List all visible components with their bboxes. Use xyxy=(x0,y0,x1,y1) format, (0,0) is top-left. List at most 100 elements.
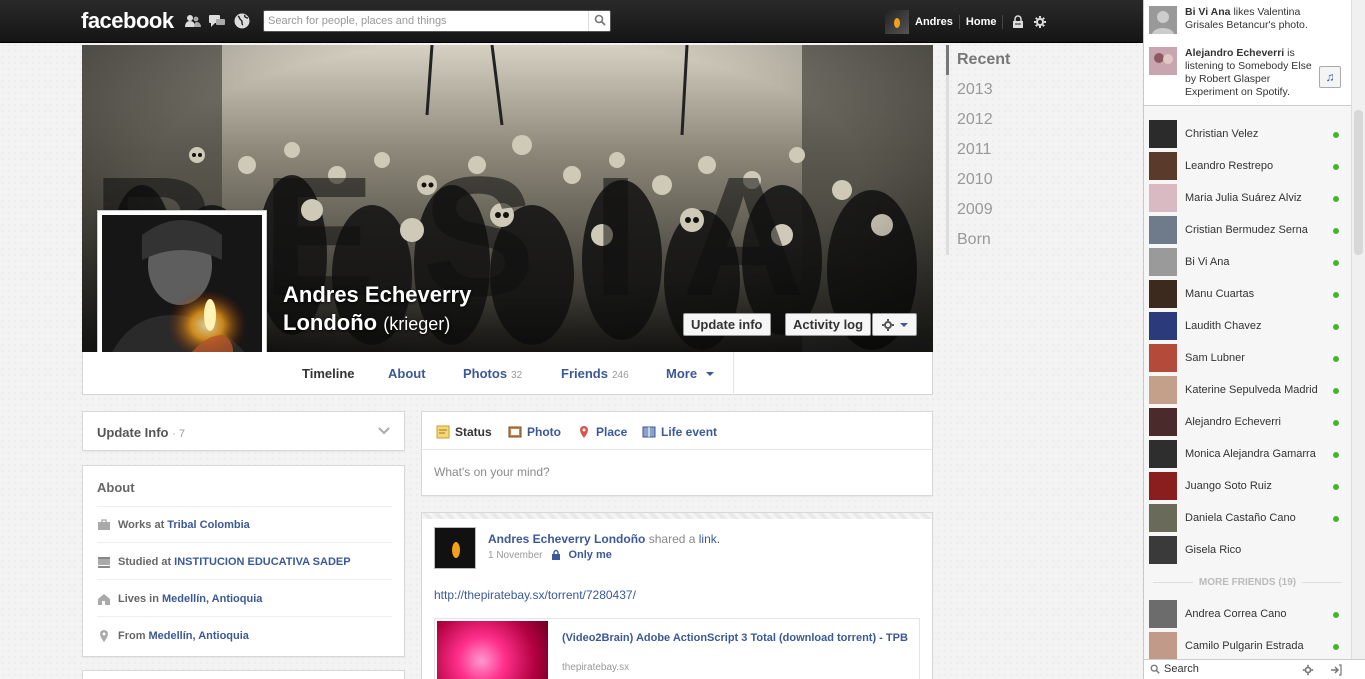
friend-list-item[interactable]: Christian Velez xyxy=(1149,120,1347,148)
year-2009[interactable]: 2009 xyxy=(949,195,1036,225)
tab-more-label: More xyxy=(666,366,698,381)
privacy-lock-icon[interactable] xyxy=(1011,15,1025,29)
about-education-link[interactable]: INSTITUCION EDUCATIVA SADEP xyxy=(174,556,350,568)
friend-list-item[interactable]: Juango Soto Ruiz xyxy=(1149,472,1347,500)
profile-link[interactable]: Andres xyxy=(909,15,960,29)
about-work-link[interactable]: Tribal Colombia xyxy=(167,519,250,531)
search-input[interactable] xyxy=(268,13,586,29)
avatar xyxy=(1149,216,1177,244)
friend-list-item[interactable]: Manu Cuartas xyxy=(1149,280,1347,308)
home-link[interactable]: Home xyxy=(960,15,1004,29)
about-education: Studied at INSTITUCION EDUCATIVA SADEP xyxy=(97,555,351,569)
avatar xyxy=(1149,536,1177,564)
profile-name: Andres Echeverry Londoño (krieger) xyxy=(283,281,471,338)
post-privacy[interactable]: Only me xyxy=(568,549,611,561)
composer-tab-status-label: Status xyxy=(455,425,492,439)
profile-name-line1[interactable]: Andres Echeverry xyxy=(283,281,471,309)
year-2011[interactable]: 2011 xyxy=(949,135,1036,165)
chat-settings-gear-icon[interactable] xyxy=(1302,664,1314,676)
post-action: shared a link. xyxy=(649,532,720,546)
friend-list-item[interactable]: Katerine Sepulveda Madrid xyxy=(1149,376,1347,404)
about-from-prefix: From xyxy=(118,630,146,642)
tab-more[interactable]: More xyxy=(666,366,715,381)
composer-tab-life-event[interactable]: Life event xyxy=(642,425,717,439)
post-stripe xyxy=(422,513,932,519)
about-from: From Medellín, Antioquia xyxy=(97,629,249,643)
activity-log-button[interactable]: Activity log xyxy=(785,313,872,336)
online-status-dot xyxy=(1333,484,1339,490)
friend-list-item[interactable]: Gisela Rico xyxy=(1149,536,1347,564)
post-url-link[interactable]: http://thepiratebay.sx/torrent/7280437/ xyxy=(434,588,636,602)
status-input[interactable]: What's on your mind? xyxy=(434,465,550,479)
about-from-link[interactable]: Medellín, Antioquia xyxy=(149,630,249,642)
music-note-icon[interactable]: ♫ xyxy=(1319,66,1341,88)
post-date[interactable]: 1 November xyxy=(488,550,542,561)
search-icon xyxy=(594,14,606,26)
about-lives-link[interactable]: Medellín, Antioquia xyxy=(162,593,262,605)
user-avatar[interactable] xyxy=(885,10,909,34)
facebook-logo[interactable]: facebook xyxy=(81,8,174,34)
friend-list-item[interactable]: Cristian Bermudez Serna xyxy=(1149,216,1347,244)
scrollbar[interactable] xyxy=(1351,0,1365,659)
tab-photos[interactable]: Photos 32 xyxy=(463,366,522,381)
post-author-link[interactable]: Andres Echeverry Londoño xyxy=(488,532,645,546)
friend-list-item[interactable]: Camilo Pulgarin Estrada xyxy=(1149,632,1347,660)
friend-list-item[interactable]: Monica Alejandra Gamarra xyxy=(1149,440,1347,468)
chevron-down-icon[interactable] xyxy=(378,426,390,436)
friend-list-item[interactable]: Daniela Castaño Cano xyxy=(1149,504,1347,532)
chat-search[interactable]: Search xyxy=(1150,663,1199,675)
messages-icon[interactable] xyxy=(208,12,226,30)
composer-tab-place[interactable]: Place xyxy=(577,425,627,439)
place-pin-icon xyxy=(580,426,588,438)
link-domain: thepiratebay.sx xyxy=(562,662,630,673)
tab-timeline[interactable]: Timeline xyxy=(302,366,355,381)
notifications-globe-icon[interactable] xyxy=(233,12,251,30)
post-author-avatar[interactable] xyxy=(434,527,476,569)
friend-name: Laudith Chavez xyxy=(1185,320,1262,332)
profile-nickname: (krieger) xyxy=(383,314,451,334)
link-thumbnail[interactable] xyxy=(437,621,548,679)
year-born[interactable]: Born xyxy=(949,225,1036,255)
settings-gear-icon[interactable] xyxy=(1033,15,1047,29)
post-action-link[interactable]: link. xyxy=(699,532,720,546)
link-preview[interactable]: (Video2Brain) Adobe ActionScript 3 Total… xyxy=(434,618,920,679)
friend-list-item[interactable]: Sam Lubner xyxy=(1149,344,1347,372)
composer-tab-status[interactable]: Status xyxy=(436,425,492,439)
update-info-label: Update Info · 7 xyxy=(97,425,185,440)
search-button[interactable] xyxy=(588,11,610,31)
profile-settings-button[interactable] xyxy=(872,313,917,336)
about-title[interactable]: About xyxy=(97,480,135,495)
year-recent[interactable]: Recent xyxy=(946,45,1036,75)
friend-list-item[interactable]: Leandro Restrepo xyxy=(1149,152,1347,180)
friend-name: Bi Vi Ana xyxy=(1185,256,1230,268)
friend-list-item[interactable]: Bi Vi Ana xyxy=(1149,248,1347,276)
year-2010[interactable]: 2010 xyxy=(949,165,1036,195)
friend-requests-icon[interactable] xyxy=(184,12,202,30)
pop-out-icon[interactable] xyxy=(1330,664,1342,676)
update-info-count: · 7 xyxy=(172,428,185,440)
ticker-text: Alejandro Echeverri is listening to Some… xyxy=(1185,47,1325,99)
scrollbar-thumb[interactable] xyxy=(1354,110,1363,255)
friend-name: Leandro Restrepo xyxy=(1185,160,1274,172)
update-info-button[interactable]: Update info xyxy=(683,313,771,336)
friend-list-item[interactable]: Maria Julia Suárez Alviz xyxy=(1149,184,1347,212)
about-lives-in: Lives in Medellín, Antioquia xyxy=(97,592,262,606)
friend-list-item[interactable]: Andrea Correa Cano xyxy=(1149,600,1347,628)
link-title[interactable]: (Video2Brain) Adobe ActionScript 3 Total… xyxy=(562,631,912,645)
tab-about[interactable]: About xyxy=(388,366,426,381)
friend-list-item[interactable]: Alejandro Echeverri xyxy=(1149,408,1347,436)
update-info-card[interactable]: Update Info · 7 xyxy=(82,411,405,451)
profile-name-surname[interactable]: Londoño xyxy=(283,310,377,335)
friend-list-item[interactable]: Laudith Chavez xyxy=(1149,312,1347,340)
tab-friends[interactable]: Friends 246 xyxy=(561,366,629,381)
about-lives-prefix: Lives in xyxy=(118,593,159,605)
more-friends-divider[interactable]: MORE FRIENDS (19) xyxy=(1144,577,1351,588)
year-2013[interactable]: 2013 xyxy=(949,75,1036,105)
online-status-dot xyxy=(1333,356,1339,362)
composer-tab-photo[interactable]: Photo xyxy=(508,425,561,439)
year-2012[interactable]: 2012 xyxy=(949,105,1036,135)
briefcase-icon xyxy=(98,519,110,530)
online-status-dot xyxy=(1333,196,1339,202)
status-composer: Status Photo Place Life event What's on … xyxy=(421,411,933,496)
profile-nav-tabs: Timeline About Photos 32 Friends 246 More xyxy=(82,352,933,395)
